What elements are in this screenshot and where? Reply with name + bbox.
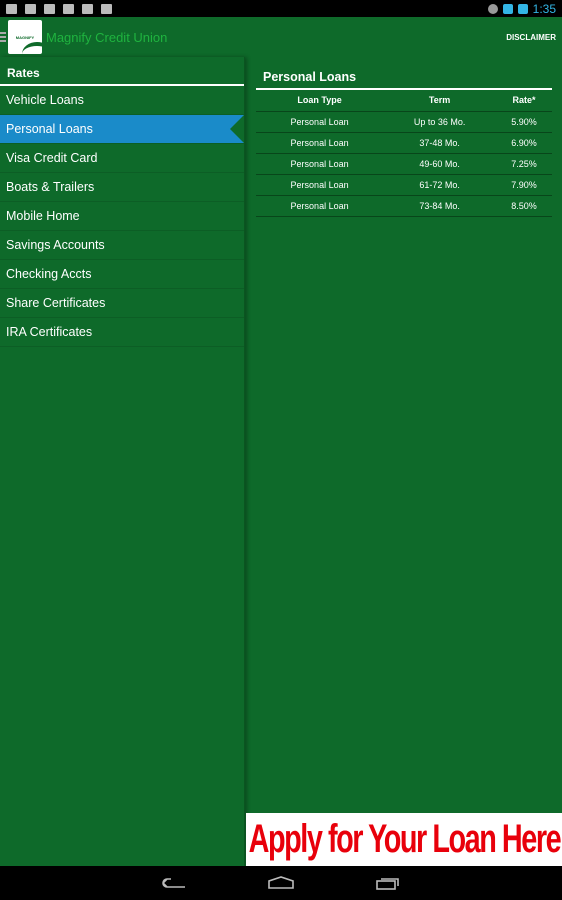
table-cell: Up to 36 Mo. [383,111,497,133]
status-bar: 1:35 [0,0,562,17]
table-cell: Personal Loan [256,153,384,175]
table-header: Loan Type Term Rate* [256,90,552,112]
table-cell: 7.25% [496,153,552,175]
banner-text: Apply for Your Loan Here [248,817,561,861]
sidebar-item-label: Checking Accts [6,267,92,281]
home-icon[interactable] [267,876,295,890]
column-header: Loan Type [256,90,384,112]
sidebar-item-visa-credit-card[interactable]: Visa Credit Card [0,144,244,173]
sidebar-item-checking-accts[interactable]: Checking Accts [0,260,244,289]
apply-loan-banner[interactable]: Apply for Your Loan Here [246,813,562,866]
table-cell: Personal Loan [256,111,384,133]
photos-icon [25,3,36,14]
task-icon [82,3,93,14]
play-store-icon [101,3,112,14]
panel-title: Personal Loans [263,70,357,84]
navigation-bar [0,866,562,900]
table-cell: 73-84 Mo. [383,195,497,217]
sidebar-item-label: Savings Accounts [6,238,105,252]
sidebar-item-label: Vehicle Loans [6,93,84,107]
rates-table: Loan Type Term Rate* Personal Loan Up to 36… [256,90,552,217]
sidebar-item-personal-loans[interactable]: Personal Loans [0,115,244,144]
table-cell: 37-48 Mo. [383,132,497,154]
sidebar: Rates Vehicle Loans Personal Loans Visa Cr… [0,57,245,866]
column-header: Rate* [496,90,552,112]
sidebar-item-savings-accounts[interactable]: Savings Accounts [0,231,244,260]
table-row: Personal Loan 37-48 Mo. 6.90% [256,132,552,154]
table-cell: Personal Loan [256,174,384,196]
android-icon [63,3,74,14]
table-cell: 6.90% [496,132,552,154]
sidebar-item-mobile-home[interactable]: Mobile Home [0,202,244,231]
table-row: Personal Loan 61-72 Mo. 7.90% [256,174,552,196]
gmail-icon [6,3,17,14]
sidebar-item-label: IRA Certificates [6,325,93,339]
sidebar-item-label: Boats & Trailers [6,180,95,194]
sidebar-item-label: Mobile Home [6,209,80,223]
sidebar-header: Rates [0,57,244,86]
recent-apps-icon[interactable] [375,876,401,890]
sidebar-item-share-certificates[interactable]: Share Certificates [0,289,244,318]
back-icon[interactable] [161,876,187,890]
app-title: Magnify Credit Union [46,29,168,45]
sidebar-item-label: Visa Credit Card [6,151,98,165]
clock: 1:35 [532,1,556,16]
table-cell: 5.90% [496,111,552,133]
table-cell: 8.50% [496,195,552,217]
table-cell: Personal Loan [256,132,384,154]
table-row: Personal Loan 73-84 Mo. 8.50% [256,195,552,217]
sidebar-item-label: Share Certificates [6,296,106,310]
table-row: Personal Loan Up to 36 Mo. 5.90% [256,111,552,133]
menu-icon[interactable] [0,32,6,42]
disclaimer-button[interactable]: DISCLAIMER [506,33,556,42]
battery-icon [517,3,528,14]
table-cell: 7.90% [496,174,552,196]
sidebar-item-boats-trailers[interactable]: Boats & Trailers [0,173,244,202]
sidebar-item-vehicle-loans[interactable]: Vehicle Loans [0,86,244,115]
table-row: Personal Loan 49-60 Mo. 7.25% [256,153,552,175]
logo[interactable]: MAGNIFY [8,20,42,54]
rates-panel: Personal Loans Loan Type Term Rate* Person… [246,57,562,813]
wifi-icon [502,3,513,14]
table-cell: 61-72 Mo. [383,174,497,196]
sidebar-item-ira-certificates[interactable]: IRA Certificates [0,318,244,347]
sidebar-item-label: Personal Loans [6,122,93,136]
sync-icon [487,3,498,14]
action-bar: MAGNIFY Magnify Credit Union DISCLAIMER [0,17,562,57]
download-icon [44,3,55,14]
table-cell: Personal Loan [256,195,384,217]
table-cell: 49-60 Mo. [383,153,497,175]
column-header: Term [383,90,497,112]
